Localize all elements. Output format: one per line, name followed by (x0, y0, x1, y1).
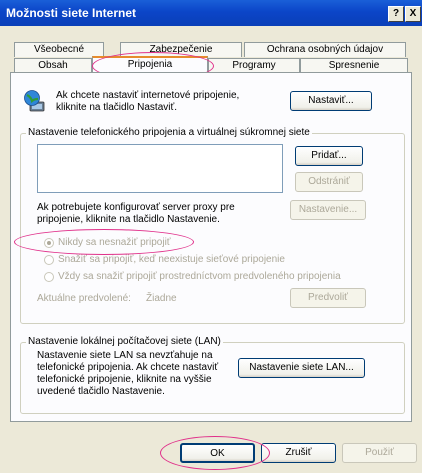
ok-button[interactable]: OK (180, 443, 255, 463)
radio-dial-when-no-network[interactable] (44, 255, 54, 265)
remove-button[interactable]: Odstrániť (295, 172, 363, 192)
setup-text: Ak chcete nastaviť internetové pripojeni… (56, 90, 240, 113)
radio-always-dial-label: Vždy sa snažiť pripojiť prostredníctvom … (58, 271, 341, 282)
internet-options-dialog: Možnosti siete Internet ? X Všeobecné Za… (0, 0, 422, 473)
lan-text: Nastavenie siete LAN sa nevzťahuje na te… (37, 350, 219, 397)
lan-legend: Nastavenie lokálnej počítačovej siete (L… (26, 336, 223, 347)
dialup-legend: Nastavenie telefonického pripojenia a vi… (26, 127, 312, 138)
tab-security[interactable]: Zabezpečenie (120, 42, 242, 57)
current-default-value: Žiadne (146, 293, 177, 304)
proxy-text: Ak potrebujete konfigurovať server proxy… (37, 202, 235, 225)
title-bar: Možnosti siete Internet ? X (0, 0, 422, 26)
tab-row-front: Obsah Pripojenia Programy Spresnenie (10, 56, 412, 74)
settings-button[interactable]: Nastavenie... (290, 200, 366, 220)
apply-button[interactable]: Použiť (342, 443, 417, 463)
current-default-label: Aktuálne predvolené: (37, 293, 131, 304)
lan-settings-button[interactable]: Nastavenie siete LAN... (238, 358, 365, 378)
radio-never-dial-label: Nikdy sa nesnažiť pripojiť (58, 237, 171, 248)
radio-never-dial[interactable] (44, 238, 54, 248)
cancel-button[interactable]: Zrušiť (261, 443, 336, 463)
tab-content[interactable]: Obsah (14, 58, 92, 73)
setup-button[interactable]: Nastaviť... (290, 91, 372, 111)
tab-programs[interactable]: Programy (208, 58, 300, 73)
set-default-button[interactable]: Predvoliť (290, 288, 366, 308)
window-title: Možnosti siete Internet (6, 6, 137, 20)
help-button[interactable]: ? (388, 6, 404, 22)
tab-advanced[interactable]: Spresnenie (300, 58, 408, 73)
radio-always-dial[interactable] (44, 272, 54, 282)
close-button[interactable]: X (405, 6, 421, 22)
tab-privacy[interactable]: Ochrana osobných údajov (244, 42, 406, 57)
radio-dial-when-no-network-label: Snažiť sa pripojiť, keď neexistuje sieťo… (58, 254, 285, 265)
tab-row-back: Všeobecné Zabezpečenie Ochrana osobných … (10, 42, 412, 57)
tab-general[interactable]: Všeobecné (14, 42, 104, 57)
connection-list[interactable] (37, 144, 283, 193)
add-button[interactable]: Pridať... (295, 146, 363, 166)
network-globe-icon (24, 90, 45, 112)
